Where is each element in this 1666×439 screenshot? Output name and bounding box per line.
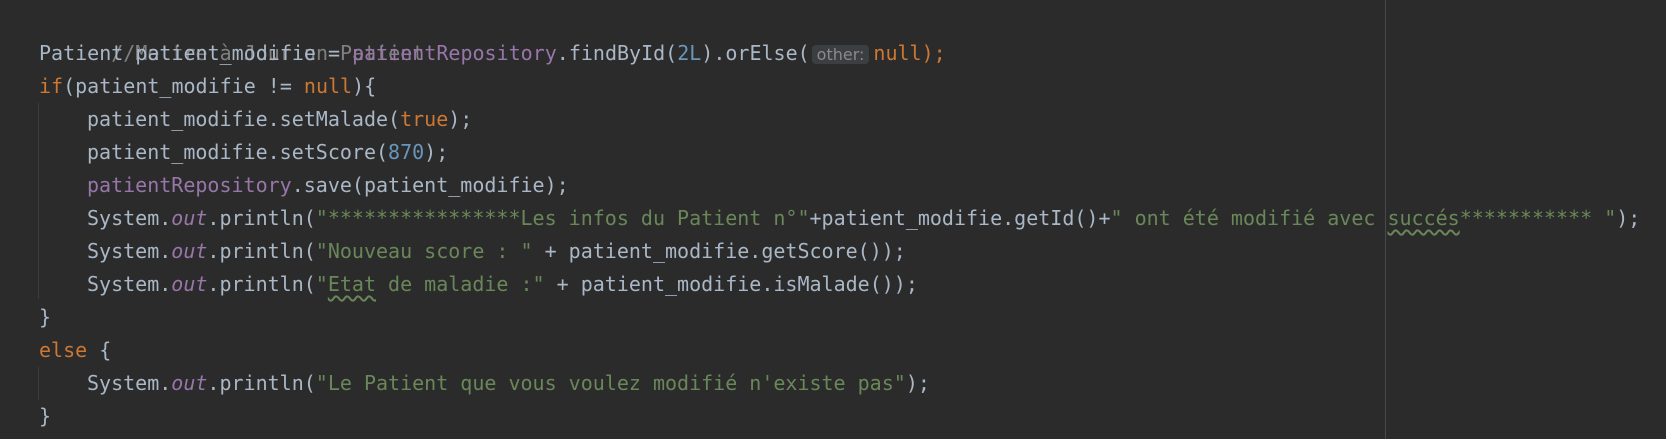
else-keyword: else xyxy=(39,338,88,362)
spelling-warning: succés xyxy=(1387,206,1460,230)
println-call: .println( xyxy=(207,206,316,230)
call-close: ); xyxy=(905,371,930,395)
out-field: out xyxy=(171,239,208,263)
code-line[interactable]: patient_modifie.setScore(870); xyxy=(39,136,1640,169)
concat-expression: +patient_modifie.getId()+ xyxy=(809,206,1111,230)
null-keyword: null xyxy=(873,41,922,65)
system-class: System. xyxy=(87,239,172,263)
number-literal: 870 xyxy=(388,140,425,164)
string-quote: " xyxy=(315,272,328,296)
code-editor[interactable]: //Mettre à Jour un Patient Patient patie… xyxy=(0,0,1666,439)
code-line[interactable]: else { xyxy=(39,334,1640,367)
method-call: ).orElse( xyxy=(701,41,810,65)
println-call: .println( xyxy=(207,371,316,395)
string-literal: *********** " xyxy=(1459,206,1617,230)
out-field: out xyxy=(171,272,208,296)
condition: (patient_modifie != xyxy=(63,74,304,98)
null-keyword: null xyxy=(303,74,353,98)
if-keyword: if xyxy=(39,74,64,98)
method-call: patient_modifie.setScore( xyxy=(87,140,389,164)
code-line[interactable]: System.out.println("Nouveau score : " + … xyxy=(39,235,1640,268)
system-class: System. xyxy=(87,371,172,395)
code-area[interactable]: //Mettre à Jour un Patient Patient patie… xyxy=(39,4,1640,433)
code-line[interactable]: System.out.println("****************Les … xyxy=(39,202,1640,235)
call-close: ); xyxy=(1616,206,1641,230)
code-line[interactable]: patientRepository.save(patient_modifie); xyxy=(39,169,1640,202)
string-literal: "Nouveau score : " xyxy=(315,239,533,263)
string-literal: "****************Les infos du Patient n°… xyxy=(315,206,810,230)
code-line[interactable]: System.out.println("Le Patient que vous … xyxy=(39,367,1640,400)
code-line[interactable]: } xyxy=(39,301,1640,334)
code-line[interactable]: if(patient_modifie != null){ xyxy=(39,70,1640,103)
parameter-hint: other: xyxy=(811,45,870,64)
system-class: System. xyxy=(87,272,172,296)
println-call: .println( xyxy=(207,272,316,296)
closing-brace: } xyxy=(39,305,52,329)
opening-brace: { xyxy=(87,338,112,362)
repository-field: patientRepository xyxy=(87,173,292,197)
string-literal: de maladie :" xyxy=(376,272,545,296)
call-close: ); xyxy=(448,107,473,131)
concat-expression: + patient_modifie.isMalade()); xyxy=(544,272,918,296)
out-field: out xyxy=(171,371,208,395)
concat-expression: + patient_modifie.getScore()); xyxy=(532,239,906,263)
system-class: System. xyxy=(87,206,172,230)
code-line[interactable]: } xyxy=(39,400,1640,433)
out-field: out xyxy=(171,206,208,230)
string-literal: " ont été modifié avec xyxy=(1110,206,1388,230)
closing-brace: } xyxy=(39,404,52,428)
method-call: .findById( xyxy=(556,41,678,65)
method-call: patient_modifie.setMalade( xyxy=(87,107,401,131)
declaration: Patient patient_modifie = xyxy=(39,41,353,65)
number-literal: 2L xyxy=(677,41,702,65)
code-line[interactable]: Patient patient_modifie = patientReposit… xyxy=(39,37,1640,70)
call-close: ); xyxy=(424,140,449,164)
println-call: .println( xyxy=(207,239,316,263)
string-literal: "Le Patient que vous voulez modifié n'ex… xyxy=(315,371,906,395)
statement-end: ); xyxy=(921,41,946,65)
true-keyword: true xyxy=(400,107,449,131)
method-call: .save(patient_modifie); xyxy=(291,173,569,197)
condition-close: ){ xyxy=(352,74,377,98)
code-line[interactable]: patient_modifie.setMalade(true); xyxy=(39,103,1640,136)
code-line[interactable]: //Mettre à Jour un Patient xyxy=(39,4,1640,65)
code-line[interactable]: System.out.println("Etat de maladie :" +… xyxy=(39,268,1640,301)
spelling-warning: Etat xyxy=(327,272,377,296)
repository-field: patientRepository xyxy=(352,41,557,65)
